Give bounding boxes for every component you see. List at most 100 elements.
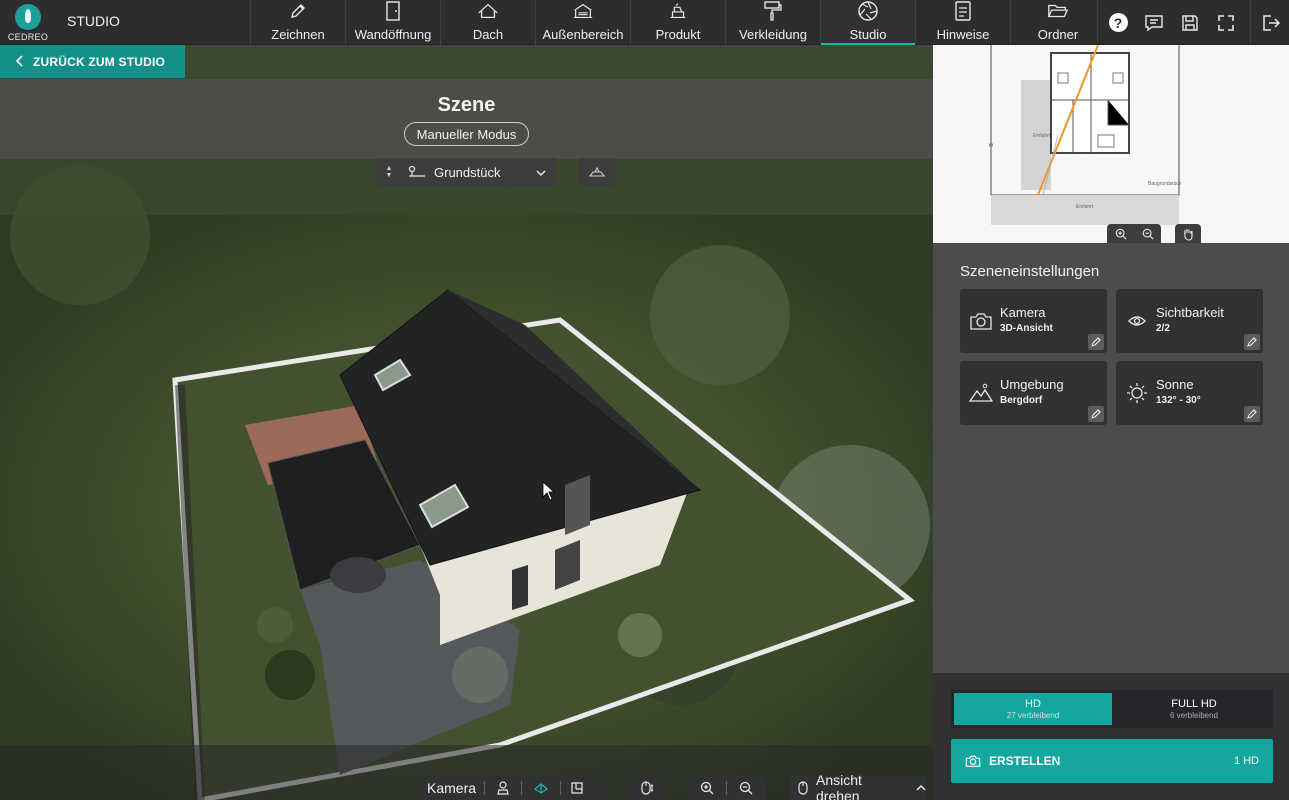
scene-title: Szene — [437, 94, 496, 116]
visibility-settings-card[interactable]: Sichtbarkeit 2/2 — [1116, 289, 1263, 353]
card-value: 3D-Ansicht — [1000, 323, 1053, 334]
eye-icon — [1125, 310, 1149, 332]
level-stepper[interactable]: ▲ ▼ — [376, 165, 402, 179]
camera-icon — [965, 754, 981, 768]
level-selector[interactable]: ▲ ▼ Grundstück — [376, 158, 556, 186]
zoom-out-icon[interactable] — [1142, 228, 1154, 240]
plan-view-button[interactable] — [561, 781, 593, 795]
3d-view-button[interactable] — [522, 781, 560, 795]
folder-icon — [1047, 0, 1069, 22]
pencil-icon — [1091, 409, 1101, 419]
zoom-out-icon — [739, 781, 753, 795]
panel-title: Szeneneinstellungen — [960, 263, 1100, 280]
door — [512, 565, 528, 610]
rotate-label: Ansicht drehen — [816, 772, 862, 800]
camera-aperture-icon — [857, 0, 879, 22]
sun-icon — [1125, 382, 1149, 404]
notes-icon — [952, 0, 974, 22]
logout-icon — [1263, 14, 1281, 31]
help-button[interactable]: ? — [1100, 0, 1136, 45]
create-cost: 1 HD — [1233, 755, 1259, 767]
help-icon: ? — [1108, 13, 1128, 32]
level-label: Grundstück — [434, 164, 501, 180]
back-to-studio-button[interactable]: ZURÜCK ZUM STUDIO — [0, 45, 185, 78]
minimap-pan-button[interactable] — [1175, 224, 1201, 244]
product-icon — [667, 0, 689, 22]
mouse-mode-button[interactable] — [628, 776, 666, 800]
shrub — [265, 650, 315, 700]
tree — [650, 245, 790, 385]
nav-label: Studio — [849, 27, 887, 42]
minimap[interactable]: Einfahrt Baugrundstück Einfahrt — [933, 45, 1289, 243]
top-actions: ? — [1091, 0, 1289, 45]
sun-settings-card[interactable]: Sonne 132° - 30° — [1116, 361, 1263, 425]
map-label: Baugrundstück — [1148, 181, 1182, 187]
card-title: Sichtbarkeit — [1156, 305, 1224, 320]
create-label: ERSTELLEN — [989, 754, 1061, 768]
paint-roller-icon — [762, 0, 784, 22]
pencil-icon — [1247, 337, 1257, 347]
camera-icon — [969, 310, 993, 332]
rotate-view-button[interactable]: Ansicht drehen — [789, 772, 926, 800]
nav-verkleidung[interactable]: Verkleidung — [725, 0, 820, 45]
landscape-icon — [969, 382, 993, 404]
edit-button[interactable] — [1088, 406, 1104, 422]
3d-viewport[interactable]: Szene Manueller Modus ▲ ▼ Grundstück Kam… — [0, 45, 933, 800]
window — [565, 475, 590, 535]
card-value: Bergdorf — [1000, 395, 1043, 406]
door-icon — [382, 0, 404, 22]
edit-button[interactable] — [1244, 334, 1260, 350]
studio-label: STUDIO — [67, 13, 120, 29]
render-section: HD 27 verbleibend FULL HD 6 verbleibend … — [933, 673, 1289, 800]
card-title: Sonne — [1156, 377, 1194, 392]
logout-button[interactable] — [1253, 0, 1289, 45]
plot-icon — [408, 164, 426, 181]
quality-hd-option[interactable]: HD 27 verbleibend — [954, 693, 1112, 725]
logo-text: CEDREO — [7, 31, 49, 42]
mouse-icon — [797, 781, 809, 795]
nav-label: Produkt — [655, 27, 701, 42]
hand-icon — [1183, 229, 1193, 241]
environment-settings-card[interactable]: Umgebung Bergdorf — [960, 361, 1107, 425]
create-render-button[interactable]: ERSTELLEN 1 HD — [951, 739, 1273, 783]
fullscreen-icon — [1218, 14, 1234, 31]
edit-button[interactable] — [1244, 406, 1260, 422]
option-label: HD — [1025, 698, 1041, 710]
save-button[interactable] — [1172, 0, 1208, 45]
outdoor-icon — [572, 0, 594, 22]
nav-label: Ordner — [1037, 27, 1079, 42]
zoom-out-button[interactable] — [727, 781, 765, 795]
option-remaining: 6 verbleibend — [1169, 711, 1219, 720]
edit-button[interactable] — [1088, 334, 1104, 350]
pencil-icon — [287, 0, 309, 22]
comment-button[interactable] — [1136, 0, 1172, 45]
map-label: Einfahrt — [1076, 204, 1094, 210]
terrain-icon — [589, 166, 605, 177]
manual-mode-button[interactable]: Manueller Modus — [404, 122, 529, 146]
nav-aussenbereich[interactable]: Außenbereich — [535, 0, 630, 45]
zoom-in-icon — [700, 781, 714, 795]
quality-fullhd-option[interactable]: FULL HD 6 verbleibend — [1115, 690, 1273, 728]
quality-toggle: HD 27 verbleibend FULL HD 6 verbleibend — [951, 690, 1273, 728]
comment-icon — [1145, 14, 1163, 31]
nav-hinweise[interactable]: Hinweise — [915, 0, 1010, 45]
card-title: Umgebung — [1000, 377, 1064, 392]
camera-settings-card[interactable]: Kamera 3D-Ansicht — [960, 289, 1107, 353]
zoom-in-icon[interactable] — [1115, 228, 1127, 240]
nav-dach[interactable]: Dach — [440, 0, 535, 45]
zoom-in-button[interactable] — [688, 781, 726, 795]
nav-produkt[interactable]: Produkt — [630, 0, 725, 45]
card-title: Kamera — [1000, 305, 1046, 320]
mouse-scroll-icon — [641, 781, 654, 795]
scene-settings-panel: Szeneneinstellungen Kamera 3D-Ansicht Si… — [933, 243, 1289, 673]
divider — [1097, 0, 1098, 45]
terrain-button[interactable] — [578, 158, 616, 186]
fullscreen-button[interactable] — [1208, 0, 1244, 45]
cedreo-logo[interactable]: CEDREO — [0, 0, 56, 45]
person-view-button[interactable] — [485, 781, 521, 795]
nav-zeichnen[interactable]: Zeichnen — [250, 0, 345, 45]
nav-studio[interactable]: Studio — [820, 0, 915, 45]
nav-wandoeffnung[interactable]: Wandöffnung — [345, 0, 440, 45]
floorplan-preview: Einfahrt Baugrundstück Einfahrt — [933, 45, 1289, 243]
floorplan-icon — [571, 782, 583, 794]
